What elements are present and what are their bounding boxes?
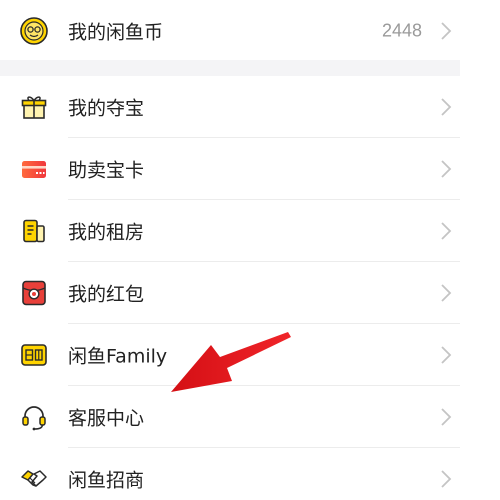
headset-icon (20, 403, 48, 431)
coins-group: 我的闲鱼币 2448 (0, 0, 460, 60)
menu-item-label: 闲鱼招商 (68, 469, 145, 492)
menu-group: 我的夺宝 助卖宝卡 我的租房 我的红包 闲鱼Family 客服中心 闲鱼招商 (0, 76, 460, 500)
menu-item-label: 闲鱼Family (68, 345, 168, 368)
menu-item-label: 我的租房 (68, 221, 145, 244)
menu-item-customer-service[interactable]: 客服中心 (0, 386, 460, 448)
menu-item-treasure[interactable]: 我的夺宝 (0, 76, 460, 138)
chevron-right-icon (441, 408, 452, 426)
chevron-right-icon (441, 98, 452, 116)
red-envelope-icon (20, 279, 48, 307)
coin-count: 2448 (381, 20, 422, 41)
coin-face-icon (20, 17, 48, 45)
coin-row[interactable]: 我的闲鱼币 2448 (0, 0, 460, 62)
handshake-icon (20, 465, 48, 493)
menu-item-merchant[interactable]: 闲鱼招商 (0, 448, 460, 500)
chevron-right-icon (441, 160, 452, 178)
menu-item-label: 我的夺宝 (68, 97, 145, 120)
chevron-right-icon (441, 22, 452, 40)
menu-item-sell-card[interactable]: 助卖宝卡 (0, 138, 460, 200)
chevron-right-icon (441, 284, 452, 302)
rental-doc-icon (20, 217, 48, 245)
family-badge-icon (20, 341, 48, 369)
menu-item-label: 我的红包 (68, 283, 145, 306)
screen: 我的闲鱼币 2448 我的夺宝 助卖宝卡 我的租房 我的红包 闲鱼Family … (0, 0, 500, 500)
menu-item-rental[interactable]: 我的租房 (0, 200, 460, 262)
menu-item-label: 助卖宝卡 (68, 159, 145, 182)
menu-item-family[interactable]: 闲鱼Family (0, 324, 460, 386)
menu-item-label: 客服中心 (68, 407, 145, 430)
chevron-right-icon (441, 222, 452, 240)
menu-item-red-envelope[interactable]: 我的红包 (0, 262, 460, 324)
gift-box-icon (20, 93, 48, 121)
section-separator (0, 60, 460, 76)
red-card-icon (20, 155, 48, 183)
chevron-right-icon (441, 346, 452, 364)
coin-label: 我的闲鱼币 (68, 21, 164, 44)
chevron-right-icon (441, 470, 452, 488)
